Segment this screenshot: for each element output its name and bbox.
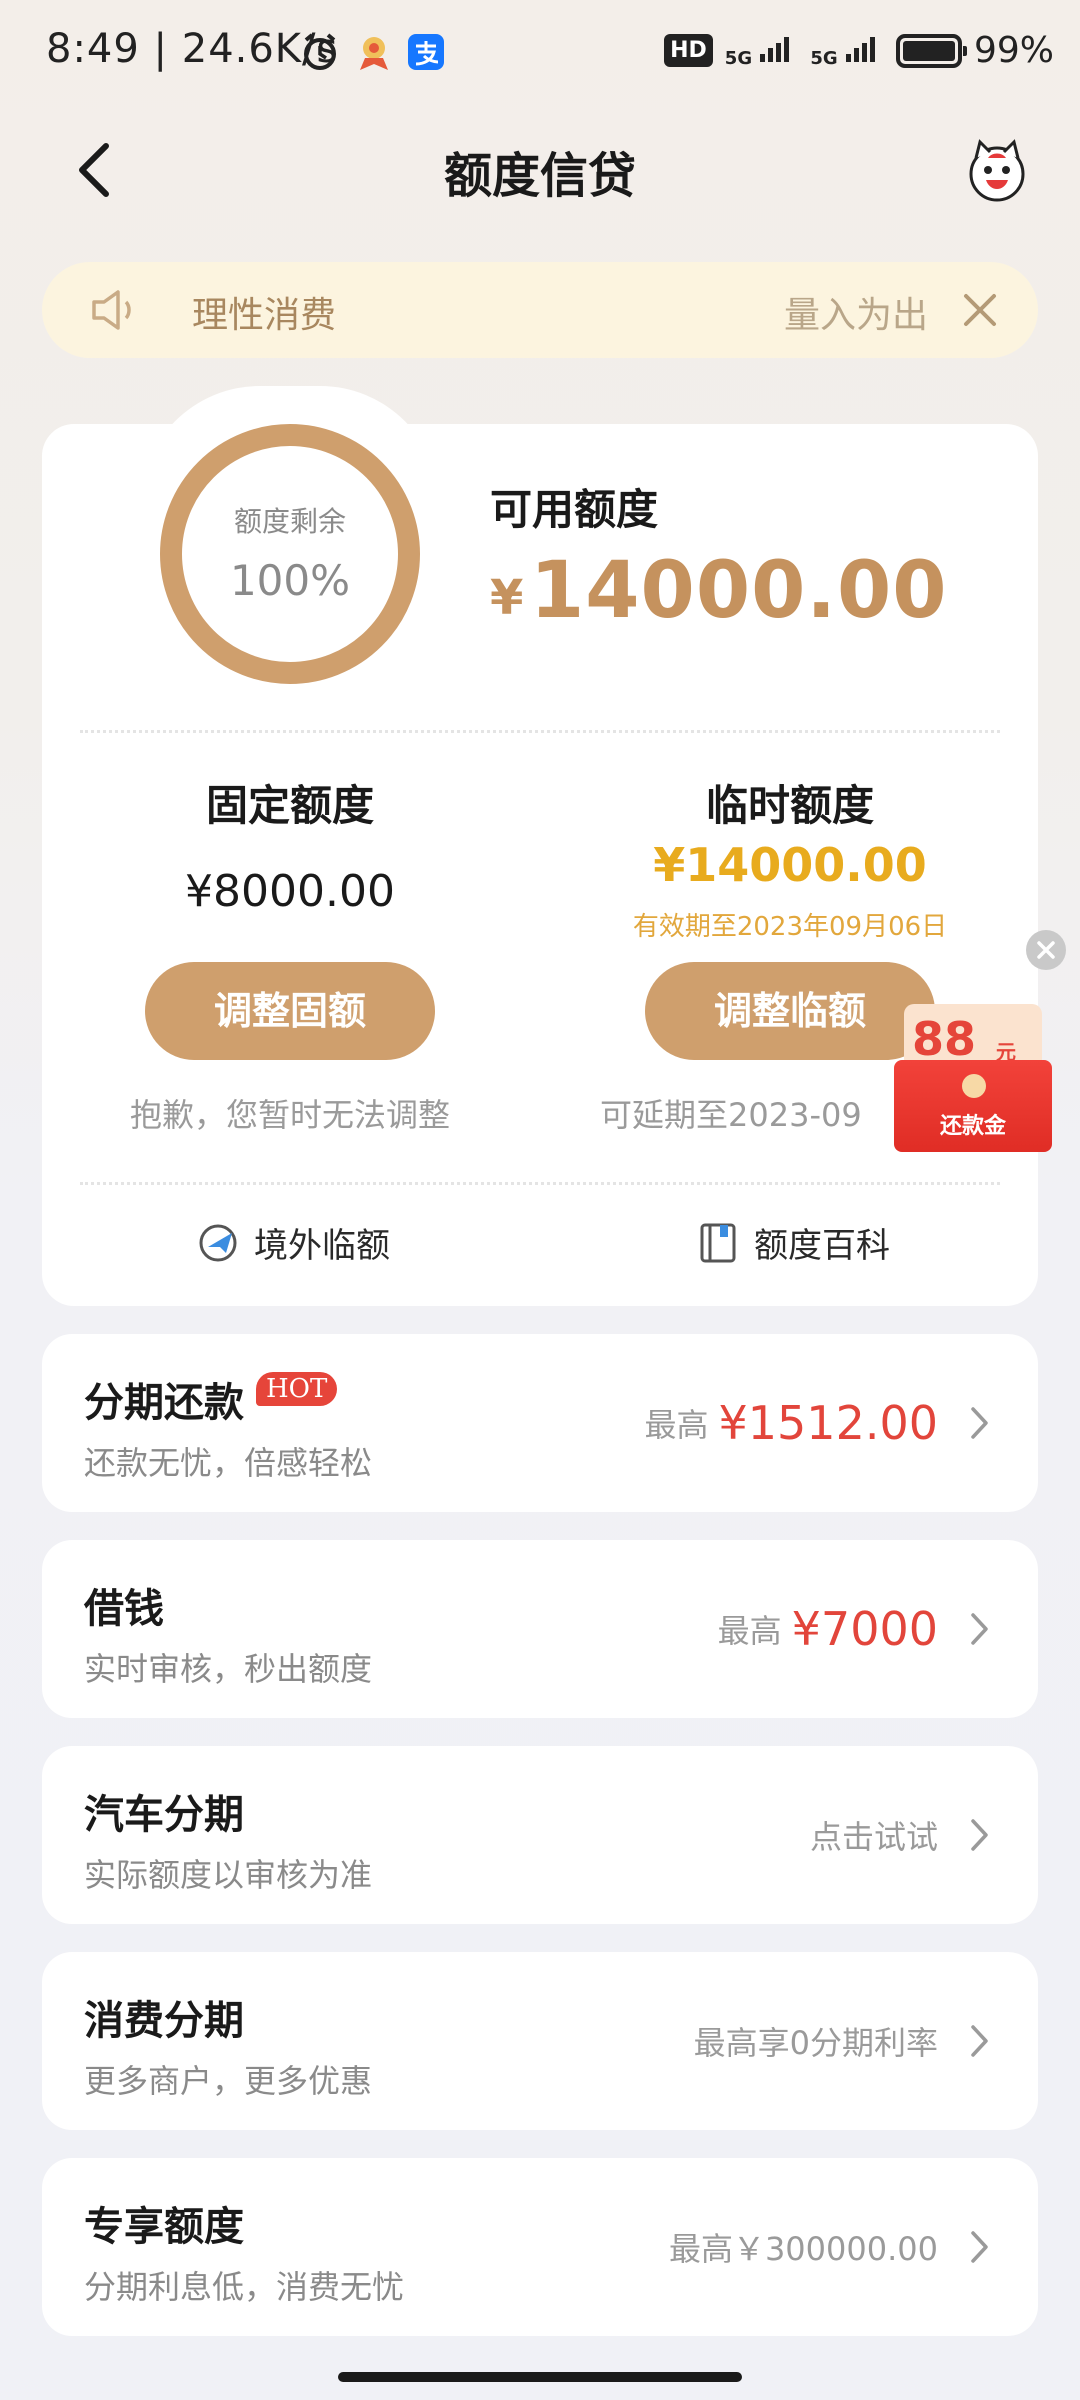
plane-globe-icon xyxy=(199,1224,237,1261)
list-item-subtitle: 分期利息低，消费无忧 xyxy=(84,2268,405,2306)
list-item-title: 借钱 xyxy=(84,1586,164,1632)
notice-banner: 理性消费 量入为出 xyxy=(42,262,1038,358)
fixed-quota-amount: ¥8000.00 xyxy=(185,866,395,917)
red-packet-close-button[interactable] xyxy=(1026,930,1066,970)
signal-icon xyxy=(760,36,790,62)
fixed-note: 抱歉，您暂时无法调整 xyxy=(129,1096,450,1134)
chevron-right-icon xyxy=(971,1407,988,1439)
list-item-exclusive-quota[interactable]: 专享额度 分期利息低，消费无忧 最高￥300000.00 xyxy=(42,2158,1038,2336)
status-right: HD 5G 5G 99% xyxy=(664,30,1054,71)
hd-badge: HD xyxy=(664,34,713,67)
list-item-value: 最高 ¥7000 xyxy=(718,1540,938,1718)
notice-text: 理性消费 xyxy=(192,295,337,336)
list-item-car-installment[interactable]: 汽车分期 实际额度以审核为准 点击试试 xyxy=(42,1746,1038,1924)
list-item-value: 点击试试 xyxy=(810,1746,938,1924)
mascot-icon[interactable] xyxy=(962,136,1032,206)
red-packet-widget[interactable]: 88 元 还款金 xyxy=(894,1004,1052,1152)
red-packet-amount: 88 xyxy=(912,1012,977,1066)
overseas-quota-label: 境外临额 xyxy=(254,1226,390,1266)
quota-ring xyxy=(160,424,420,684)
app-notification-icon xyxy=(360,37,388,70)
status-time: 8:49 | 24.6K/s xyxy=(46,26,339,72)
home-indicator[interactable] xyxy=(338,2372,742,2382)
available-amount: 14000.00 xyxy=(530,546,948,636)
adjust-fixed-button[interactable]: 调整固额 xyxy=(145,962,435,1060)
temp-quota-amount: ¥14000.00 xyxy=(653,838,927,892)
hot-badge: HOT xyxy=(256,1372,338,1406)
quota-wiki-link[interactable]: 额度百科 xyxy=(696,1218,890,1267)
signal-icon xyxy=(845,36,875,62)
close-icon xyxy=(1037,941,1055,959)
list-item-subtitle: 更多商户，更多优惠 xyxy=(84,2062,373,2100)
temp-valid-until: 有效期至2023年09月06日 xyxy=(632,912,948,942)
quota-wiki-label: 额度百科 xyxy=(754,1226,890,1266)
ring-value: 100% xyxy=(229,556,351,605)
alipay-icon xyxy=(408,34,444,70)
max-amount: ¥1512.00 xyxy=(718,1396,939,1450)
list-item-hint: 最高￥300000.00 xyxy=(668,2230,938,2268)
chevron-right-icon xyxy=(971,2231,988,2263)
speaker-icon xyxy=(92,290,131,330)
adjust-temp-button[interactable]: 调整临额 xyxy=(645,962,935,1060)
divider xyxy=(80,730,1000,733)
fixed-quota-title: 固定额度 xyxy=(205,781,374,830)
close-icon[interactable] xyxy=(958,288,1002,332)
max-prefix: 最高 xyxy=(644,1406,709,1444)
overseas-quota-link[interactable]: 境外临额 xyxy=(196,1218,390,1267)
temp-note: 可延期至2023-09 xyxy=(600,1096,862,1134)
max-prefix: 最高 xyxy=(717,1612,782,1650)
chevron-right-icon xyxy=(971,1819,988,1851)
list-item-hint: 最高享0分期利率 xyxy=(693,2024,938,2062)
temp-quota-title: 临时额度 xyxy=(705,781,874,830)
list-item-value: 最高￥300000.00 xyxy=(669,2158,938,2336)
divider xyxy=(80,1182,1000,1185)
page-title: 额度信贷 xyxy=(443,148,636,204)
notice-text-right: 量入为出 xyxy=(783,295,928,336)
chevron-right-icon xyxy=(971,2025,988,2057)
book-icon xyxy=(700,1223,736,1262)
ring-label: 额度剩余 xyxy=(233,505,346,538)
network-5g-1: 5G xyxy=(725,34,799,68)
battery-icon xyxy=(895,33,967,68)
status-bar: 8:49 | 24.6K/s HD 5G 5G 99% xyxy=(0,0,1080,110)
list-item-title: 专享额度 xyxy=(84,2204,244,2250)
list-item-subtitle: 还款无忧，倍感轻松 xyxy=(84,1444,373,1482)
list-item-consumer-installment[interactable]: 消费分期 更多商户，更多优惠 最高享0分期利率 xyxy=(42,1952,1038,2130)
list-item-installment-repay[interactable]: 分期还款 HOT 还款无忧，倍感轻松 最高 ¥1512.00 xyxy=(42,1334,1038,1512)
chevron-right-icon xyxy=(971,1613,988,1645)
list-item-subtitle: 实时审核，秒出额度 xyxy=(84,1650,373,1688)
available-label: 可用额度 xyxy=(490,485,659,534)
max-amount: ¥7000 xyxy=(791,1602,938,1656)
list-item-value: 最高 ¥1512.00 xyxy=(644,1334,938,1512)
available-currency: ¥ xyxy=(490,570,524,626)
alarm-icon xyxy=(304,33,336,70)
list-item-borrow[interactable]: 借钱 实时审核，秒出额度 最高 ¥7000 xyxy=(42,1540,1038,1718)
red-packet-label: 还款金 xyxy=(939,1114,1006,1139)
battery-percent: 99% xyxy=(973,30,1054,71)
network-5g-2: 5G xyxy=(810,34,884,68)
red-packet-seal-icon xyxy=(962,1074,986,1098)
header: 额度信贷 xyxy=(0,110,1080,230)
list-item-hint: 点击试试 xyxy=(809,1818,938,1856)
list-item-title: 分期还款 xyxy=(84,1380,244,1426)
list-item-subtitle: 实际额度以审核为准 xyxy=(84,1856,373,1894)
list-item-value: 最高享0分期利率 xyxy=(694,1952,938,2130)
list-item-title: 消费分期 xyxy=(84,1998,244,2044)
list-item-title: 汽车分期 xyxy=(84,1792,244,1838)
